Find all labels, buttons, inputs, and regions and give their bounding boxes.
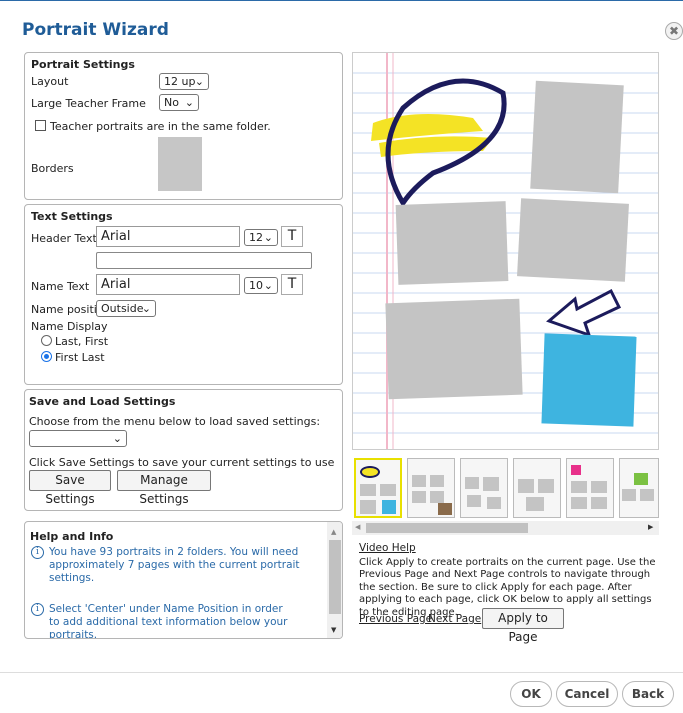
text-settings-panel: Text Settings Header Text Arial 12 ⌄ T N… [24,204,343,385]
help-info-portraits: You have 93 portraits in 2 folders. You … [49,546,300,584]
header-size-value: 12 [249,231,263,244]
page-preview [352,52,659,450]
portrait-settings-panel: Portrait Settings Layout 12 up ⌄ Large T… [24,52,343,200]
scroll-left-icon[interactable]: ◀ [355,523,360,531]
large-teacher-value: No [164,96,179,109]
scroll-right-icon[interactable]: ▶ [648,523,653,531]
radio-last-first[interactable] [41,335,52,346]
layout-thumb-3[interactable] [460,458,508,518]
header-size-select[interactable]: 12 ⌄ [244,229,278,246]
name-display-label: Name Display [31,320,108,333]
previous-page-link[interactable]: Previous Page [359,613,432,625]
layout-thumb-2[interactable] [407,458,455,518]
saved-settings-select[interactable]: ⌄ [29,430,127,447]
next-page-link[interactable]: Next Page [428,613,481,625]
chevron-down-icon: ⌄ [263,279,273,292]
name-size-value: 10 [249,279,263,292]
thumbnail-scrollbar[interactable]: ◀ ▶ [352,521,659,535]
name-position-value: Outside [101,302,144,315]
help-scroll-thumb[interactable] [329,540,341,614]
header-text-style-button[interactable]: T [281,226,303,247]
layout-label: Layout [31,75,69,88]
page-preview-canvas [353,53,658,449]
header-text-input[interactable] [96,252,312,269]
info-icon: i [31,603,44,616]
chevron-down-icon: ⌄ [263,231,273,244]
header-text-label: Header Text [31,232,97,245]
footer-divider [0,672,683,673]
save-load-heading: Save and Load Settings [29,395,176,408]
layout-value: 12 up [164,75,196,88]
name-font-field[interactable]: Arial [96,274,240,295]
save-load-panel: Save and Load Settings Choose from the m… [24,389,343,511]
help-scrollbar[interactable]: ▲ ▼ [327,522,342,638]
layout-thumb-5[interactable] [566,458,614,518]
border-swatch[interactable] [158,137,202,191]
radio-first-last[interactable] [41,351,52,362]
window-top-border [0,0,683,8]
help-panel: Help and Info i You have 93 portraits in… [24,521,343,639]
portrait-settings-heading: Portrait Settings [31,58,135,71]
thumbnail-scroll-thumb[interactable] [366,523,528,533]
scroll-down-icon[interactable]: ▼ [331,626,336,634]
name-text-style-button[interactable]: T [281,274,303,295]
option-first-last-label: First Last [55,351,105,364]
scroll-up-icon[interactable]: ▲ [331,528,336,536]
save-settings-button[interactable]: Save Settings [29,470,111,506]
chevron-down-icon: ⌄ [194,75,204,88]
text-settings-heading: Text Settings [31,210,113,223]
cancel-button[interactable]: Cancel [556,681,618,707]
close-icon[interactable]: ✖ [665,22,683,40]
layout-thumb-1[interactable] [354,458,402,518]
name-text-label: Name Text [31,280,90,293]
name-size-select[interactable]: 10 ⌄ [244,277,278,294]
name-position-select[interactable]: Outside ⌄ [96,300,156,317]
help-info-name-position: Select 'Center' under Name Position in o… [49,603,288,639]
large-teacher-select[interactable]: No ⌄ [159,94,199,111]
option-last-first-label: Last, First [55,335,109,348]
help-heading: Help and Info [30,530,114,543]
chevron-down-icon: ⌄ [141,302,151,315]
window-title: Portrait Wizard [22,20,169,40]
back-button[interactable]: Back [622,681,674,707]
teacher-folder-checkbox[interactable] [35,120,46,131]
layout-thumb-6[interactable] [619,458,659,518]
info-icon: i [31,546,44,559]
manage-settings-button[interactable]: Manage Settings [117,470,211,506]
teacher-folder-label: Teacher portraits are in the same folder… [50,120,271,133]
layout-thumb-4[interactable] [513,458,561,518]
ok-button[interactable]: OK [510,681,552,707]
header-font-field[interactable]: Arial [96,226,240,247]
apply-to-page-button[interactable]: Apply to Page [482,608,564,644]
chevron-down-icon: ⌄ [184,96,194,109]
chevron-down-icon: ⌄ [112,432,122,445]
video-help-link[interactable]: Video Help [359,542,416,554]
layout-select[interactable]: 12 up ⌄ [159,73,209,90]
choose-settings-label: Choose from the menu below to load saved… [29,415,321,428]
borders-label: Borders [31,162,74,175]
large-teacher-label: Large Teacher Frame [31,97,146,110]
